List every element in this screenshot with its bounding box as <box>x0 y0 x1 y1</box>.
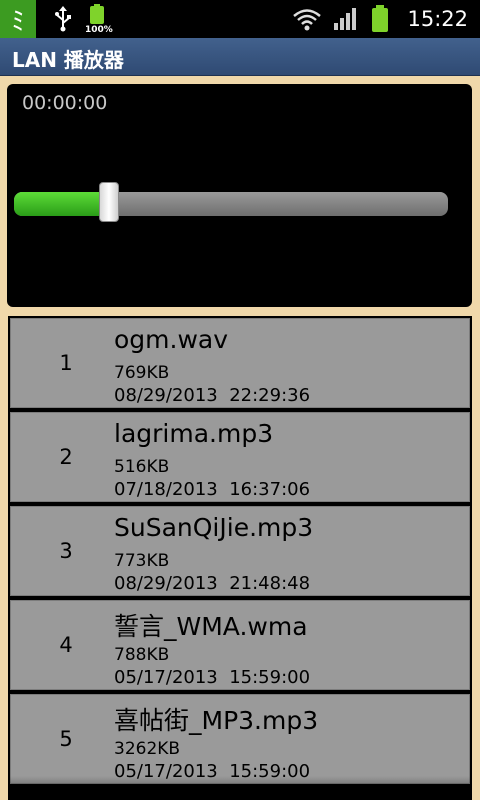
file-size: 516KB <box>114 457 170 477</box>
status-time: 15:22 <box>407 7 468 31</box>
file-date: 07/18/2013 16:37:06 <box>114 479 311 500</box>
file-name: 誓言_WMA.wma <box>114 612 308 641</box>
file-name: SuSanQiJie.mp3 <box>114 513 314 542</box>
file-index: 4 <box>59 633 73 657</box>
file-size: 788KB <box>114 645 170 665</box>
list-item[interactable]: 5 喜帖街_MP3.mp3 3262KB 05/17/2013 15:59:00 <box>10 694 470 784</box>
app-icon-glyph: ﾐ <box>11 6 25 37</box>
file-date: 05/17/2013 15:59:00 <box>114 667 311 688</box>
status-bar: ﾐ 100% 15:22 <box>0 0 480 38</box>
seek-progress-fill <box>14 192 109 216</box>
seek-thumb-handle[interactable] <box>99 182 119 222</box>
file-date: 05/17/2013 15:59:00 <box>114 761 311 782</box>
file-date: 08/29/2013 21:48:48 <box>114 573 311 594</box>
file-list[interactable]: 1 ogm.wav 769KB 08/29/2013 22:29:36 2 la… <box>8 316 472 800</box>
battery-icon <box>367 0 393 38</box>
file-name: lagrima.mp3 <box>114 419 274 448</box>
file-index: 5 <box>59 727 73 751</box>
battery-percent-label: 100% <box>85 25 113 35</box>
app-notification-icon: ﾐ <box>0 0 38 38</box>
list-item[interactable]: 2 lagrima.mp3 516KB 07/18/2013 16:37:06 <box>10 412 470 502</box>
list-item[interactable]: 1 ogm.wav 769KB 08/29/2013 22:29:36 <box>10 318 470 408</box>
file-size: 3262KB <box>114 739 181 759</box>
file-date: 08/29/2013 22:29:36 <box>114 385 311 406</box>
seek-bar[interactable] <box>14 182 448 222</box>
battery-full-icon: 100% <box>82 0 118 38</box>
app-title: LAN 播放器 <box>12 48 124 72</box>
file-index: 3 <box>59 539 73 563</box>
signal-icon <box>329 0 363 38</box>
file-size: 769KB <box>114 363 170 383</box>
title-bar: LAN 播放器 <box>0 38 480 76</box>
file-size: 773KB <box>114 551 170 571</box>
playback-time: 00:00:00 <box>22 92 108 114</box>
usb-icon <box>48 0 78 38</box>
list-item[interactable]: 3 SuSanQiJie.mp3 773KB 08/29/2013 21:48:… <box>10 506 470 596</box>
list-item[interactable]: 4 誓言_WMA.wma 788KB 05/17/2013 15:59:00 <box>10 600 470 690</box>
file-index: 1 <box>59 351 73 375</box>
player-panel: 00:00:00 <box>7 84 472 307</box>
wifi-icon <box>289 0 325 38</box>
file-name: ogm.wav <box>114 325 229 354</box>
file-index: 2 <box>59 445 73 469</box>
file-name: 喜帖街_MP3.mp3 <box>114 706 319 735</box>
